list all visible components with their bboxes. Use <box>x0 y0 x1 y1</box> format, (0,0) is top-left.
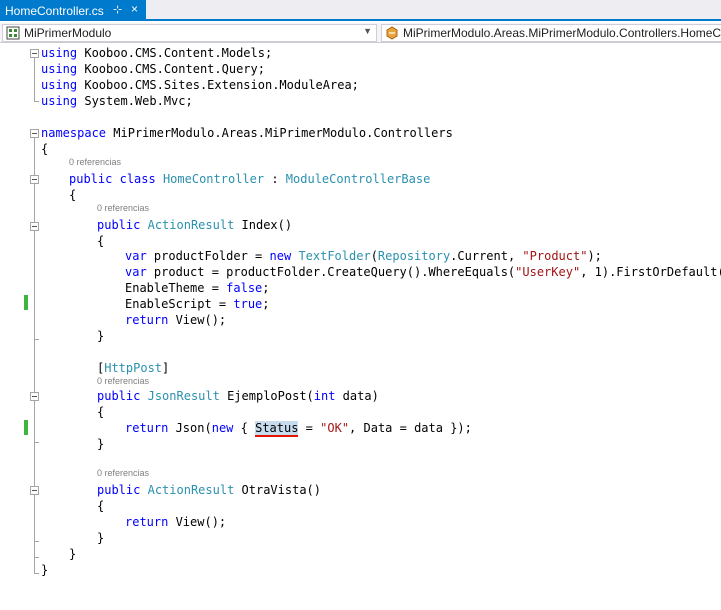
csharp-project-icon <box>6 26 20 40</box>
code-line: } <box>69 547 77 561</box>
code-line: { <box>69 188 77 202</box>
code-line: public ActionResult OtraVista() <box>97 483 321 497</box>
code-line: } <box>97 329 105 343</box>
code-line: { <box>97 405 105 419</box>
navigation-bar: MiPrimerModulo ▼ MiPrimerModulo.Areas.Mi… <box>0 23 721 43</box>
selected-identifier[interactable]: Status <box>255 421 299 437</box>
pin-icon[interactable]: ⊹ <box>113 3 122 16</box>
code-editor[interactable]: using Kooboo.CMS.Content.Models; using K… <box>0 43 721 579</box>
codelens-references[interactable]: 0 referencias <box>97 376 149 387</box>
code-line: return View(); <box>125 515 227 529</box>
close-icon[interactable]: × <box>131 2 138 16</box>
code-line: { <box>97 234 105 248</box>
codelens-references[interactable]: 0 referencias <box>97 468 149 479</box>
code-line: using Kooboo.CMS.Sites.Extension.ModuleA… <box>41 78 359 92</box>
code-line: { <box>97 499 105 513</box>
project-dropdown[interactable]: MiPrimerModulo ▼ <box>2 24 377 42</box>
code-line: using System.Web.Mvc; <box>41 94 193 108</box>
code-line: public ActionResult Index() <box>97 218 293 232</box>
chevron-down-icon[interactable]: ▼ <box>363 26 372 36</box>
tab-homecontroller[interactable]: HomeController.cs ⊹ × <box>0 0 146 21</box>
code-line: return Json(new { Status = "OK", Data = … <box>125 421 472 437</box>
code-line: public JsonResult EjemploPost(int data) <box>97 389 379 403</box>
code-line: var productFolder = new TextFolder(Repos… <box>125 249 602 263</box>
tab-title: HomeController.cs <box>5 3 104 18</box>
code-line: [HttpPost] <box>97 361 170 375</box>
code-line: return View(); <box>125 313 227 327</box>
code-line: namespace MiPrimerModulo.Areas.MiPrimerM… <box>41 126 453 140</box>
class-icon <box>386 26 398 40</box>
code-line: } <box>97 531 105 545</box>
code-line: } <box>41 563 49 577</box>
code-line: EnableScript = true; <box>125 297 270 311</box>
class-dropdown[interactable]: MiPrimerModulo.Areas.MiPrimerModulo.Cont… <box>381 24 721 42</box>
code-line: using Kooboo.CMS.Content.Query; <box>41 62 265 76</box>
codelens-references[interactable]: 0 referencias <box>97 203 149 214</box>
code-line: var product = productFolder.CreateQuery(… <box>125 265 721 279</box>
code-line: { <box>41 142 49 156</box>
code-line: public class HomeController : ModuleCont… <box>69 172 431 186</box>
class-name: MiPrimerModulo.Areas.MiPrimerModulo.Cont… <box>403 26 721 40</box>
code-line: using Kooboo.CMS.Content.Models; <box>41 46 273 60</box>
project-name: MiPrimerModulo <box>24 26 112 40</box>
document-tab-strip: HomeController.cs ⊹ × <box>0 0 721 21</box>
code-line: EnableTheme = false; <box>125 281 270 295</box>
code-line: } <box>97 437 105 451</box>
codelens-references[interactable]: 0 referencias <box>69 157 121 168</box>
